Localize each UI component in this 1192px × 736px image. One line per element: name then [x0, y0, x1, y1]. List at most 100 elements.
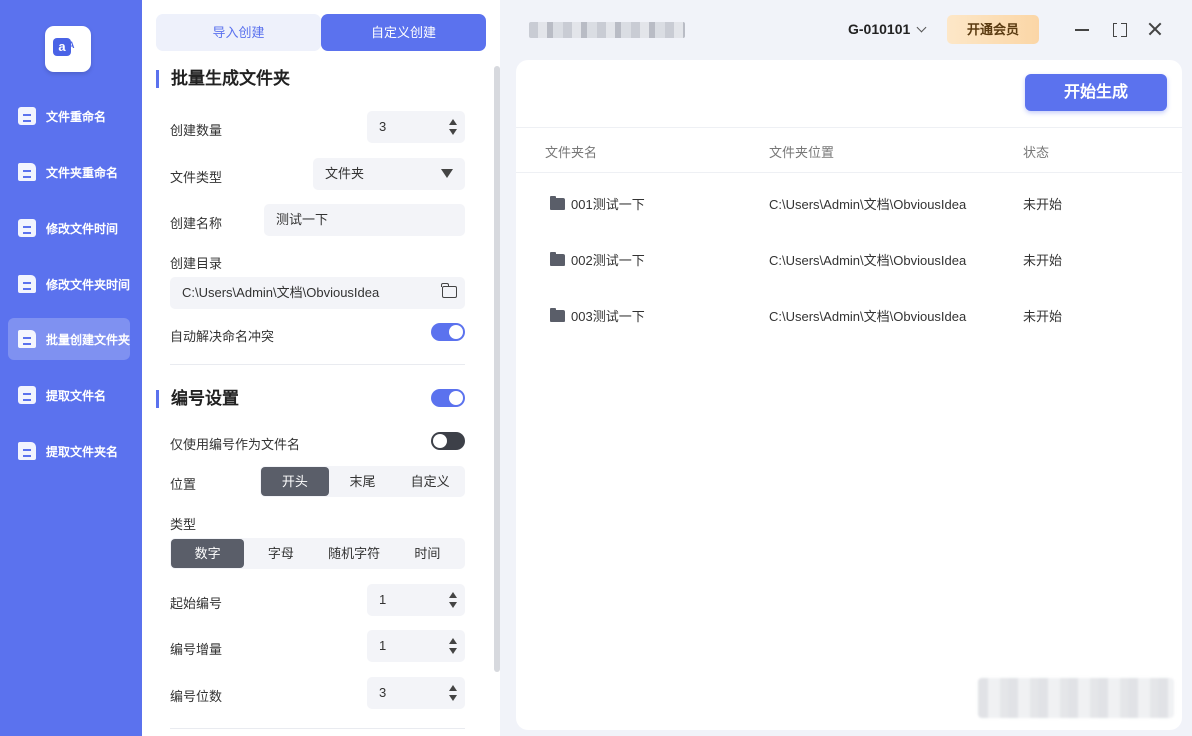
- name-input[interactable]: 测试一下: [264, 204, 465, 236]
- col-header-folder-path: 文件夹位置: [769, 145, 835, 160]
- close-icon[interactable]: [1144, 18, 1166, 40]
- folder-path: C:\Users\Admin\文档\ObviousIdea: [769, 253, 967, 268]
- folder-icon: [550, 252, 565, 266]
- type-option-random[interactable]: 随机字符: [318, 539, 391, 568]
- folder-name: 002测试一下: [571, 253, 645, 268]
- file-upload-icon: [18, 386, 36, 404]
- sidebar-item-folder-rename[interactable]: 文件夹重命名: [8, 151, 130, 193]
- folder-clock-icon: [18, 275, 36, 293]
- divider: [516, 127, 1182, 128]
- name-value: 测试一下: [276, 212, 329, 227]
- sidebar-item-batch-create-folder[interactable]: 批量创建文件夹: [8, 318, 130, 360]
- section-title-numbering: 编号设置: [156, 390, 239, 408]
- numbering-type-segmented: 数字 字母 随机字符 时间: [170, 538, 465, 569]
- row-name-cell: 003测试一下: [550, 306, 645, 325]
- status-text: 未开始: [1023, 197, 1063, 212]
- table-row[interactable]: 002测试一下 C:\Users\Admin\文档\ObviousIdea 未开…: [516, 230, 1182, 286]
- step-value: 1: [379, 638, 387, 653]
- stepper-arrows-icon[interactable]: [449, 685, 457, 701]
- row-name-cell: 002测试一下: [550, 250, 645, 269]
- auto-resolve-label: 自动解决命名冲突: [170, 329, 275, 344]
- step-stepper[interactable]: 1: [367, 630, 465, 662]
- sidebar-item-label: 提取文件名: [46, 388, 107, 403]
- window-title-blurred: [529, 22, 685, 38]
- folder-path: C:\Users\Admin\文档\ObviousIdea: [769, 309, 967, 324]
- watermark-blurred: [978, 678, 1174, 718]
- status-text: 未开始: [1023, 253, 1063, 268]
- table-row[interactable]: 001测试一下 C:\Users\Admin\文档\ObviousIdea 未开…: [516, 174, 1182, 230]
- tab-custom-create[interactable]: 自定义创建: [321, 14, 486, 51]
- divider: [170, 364, 465, 365]
- stepper-arrows-icon[interactable]: [449, 592, 457, 608]
- col-header-folder-name: 文件夹名: [545, 145, 598, 160]
- vip-button[interactable]: 开通会员: [947, 15, 1039, 44]
- digits-stepper[interactable]: 3: [367, 677, 465, 709]
- sidebar: aA 文件重命名 文件夹重命名 修改文件时间 修改文件夹时间 批量创建文件夹 提…: [0, 0, 142, 736]
- name-label: 创建名称: [170, 216, 223, 231]
- numbering-toggle[interactable]: [431, 389, 465, 407]
- sidebar-item-extract-foldername[interactable]: 提取文件夹名: [8, 430, 130, 472]
- position-segmented: 开头 末尾 自定义: [260, 466, 465, 497]
- dir-input[interactable]: C:\Users\Admin\文档\ObviousIdea: [170, 277, 465, 309]
- tab-import-create[interactable]: 导入创建: [156, 14, 321, 51]
- minimize-icon[interactable]: [1071, 18, 1093, 40]
- settings-scrollbar[interactable]: [494, 66, 500, 672]
- numbering-type-label: 类型: [170, 517, 197, 532]
- caret-down-icon: [441, 169, 453, 178]
- table-row[interactable]: 003测试一下 C:\Users\Admin\文档\ObviousIdea 未开…: [516, 286, 1182, 342]
- file-clock-icon: [18, 219, 36, 237]
- auto-resolve-toggle[interactable]: [431, 323, 465, 341]
- sidebar-item-label: 文件重命名: [46, 109, 107, 124]
- count-label: 创建数量: [170, 123, 223, 138]
- section-title-batch: 批量生成文件夹: [156, 70, 290, 88]
- only-number-toggle[interactable]: [431, 432, 465, 450]
- folder-icon: [550, 308, 565, 322]
- stepper-arrows-icon[interactable]: [449, 638, 457, 654]
- type-option-letter[interactable]: 字母: [244, 539, 317, 568]
- count-stepper[interactable]: 3: [367, 111, 465, 143]
- type-value: 文件夹: [325, 166, 365, 181]
- start-number-stepper[interactable]: 1: [367, 584, 465, 616]
- dir-label: 创建目录: [170, 256, 223, 271]
- digits-value: 3: [379, 685, 387, 700]
- sidebar-item-label: 文件夹重命名: [46, 165, 119, 180]
- status-text: 未开始: [1023, 309, 1063, 324]
- dir-value: C:\Users\Admin\文档\ObviousIdea: [182, 285, 380, 300]
- position-label: 位置: [170, 477, 197, 492]
- divider: [170, 728, 465, 729]
- stepper-arrows-icon[interactable]: [449, 119, 457, 135]
- start-number-value: 1: [379, 592, 387, 607]
- type-option-number[interactable]: 数字: [171, 539, 245, 568]
- position-option-custom[interactable]: 自定义: [396, 467, 464, 496]
- app-logo: aA: [45, 26, 91, 72]
- folder-add-icon: [18, 330, 36, 348]
- step-label: 编号增量: [170, 642, 223, 657]
- start-generate-button[interactable]: 开始生成: [1025, 74, 1167, 111]
- folder-icon: [18, 163, 36, 181]
- folder-name: 003测试一下: [571, 309, 645, 324]
- sidebar-item-file-time[interactable]: 修改文件时间: [8, 207, 130, 249]
- folder-upload-icon: [18, 442, 36, 460]
- settings-panel: 导入创建 自定义创建 批量生成文件夹 创建数量 3 文件类型 文件夹 创建名称 …: [142, 0, 500, 736]
- results-card: 开始生成 文件夹名 文件夹位置 状态 001测试一下 C:\Users\Admi…: [516, 60, 1182, 730]
- folder-icon: [550, 196, 565, 210]
- position-option-end[interactable]: 末尾: [329, 467, 397, 496]
- row-name-cell: 001测试一下: [550, 194, 645, 213]
- start-number-label: 起始编号: [170, 596, 223, 611]
- sidebar-item-label: 批量创建文件夹: [46, 332, 131, 347]
- folder-open-icon[interactable]: [441, 283, 457, 298]
- sidebar-item-label: 修改文件时间: [46, 221, 119, 236]
- type-option-time[interactable]: 时间: [391, 539, 464, 568]
- sidebar-item-folder-time[interactable]: 修改文件夹时间: [8, 263, 130, 305]
- position-option-start[interactable]: 开头: [261, 467, 329, 496]
- user-id[interactable]: G-010101: [848, 21, 910, 37]
- chevron-down-icon[interactable]: [916, 22, 927, 33]
- file-doc-icon: [18, 107, 36, 125]
- col-header-status: 状态: [1023, 145, 1050, 160]
- sidebar-item-file-rename[interactable]: 文件重命名: [8, 95, 130, 137]
- maximize-icon[interactable]: [1108, 18, 1130, 40]
- type-select[interactable]: 文件夹: [313, 158, 465, 190]
- folder-name: 001测试一下: [571, 197, 645, 212]
- sidebar-item-extract-filename[interactable]: 提取文件名: [8, 374, 130, 416]
- type-label: 文件类型: [170, 170, 223, 185]
